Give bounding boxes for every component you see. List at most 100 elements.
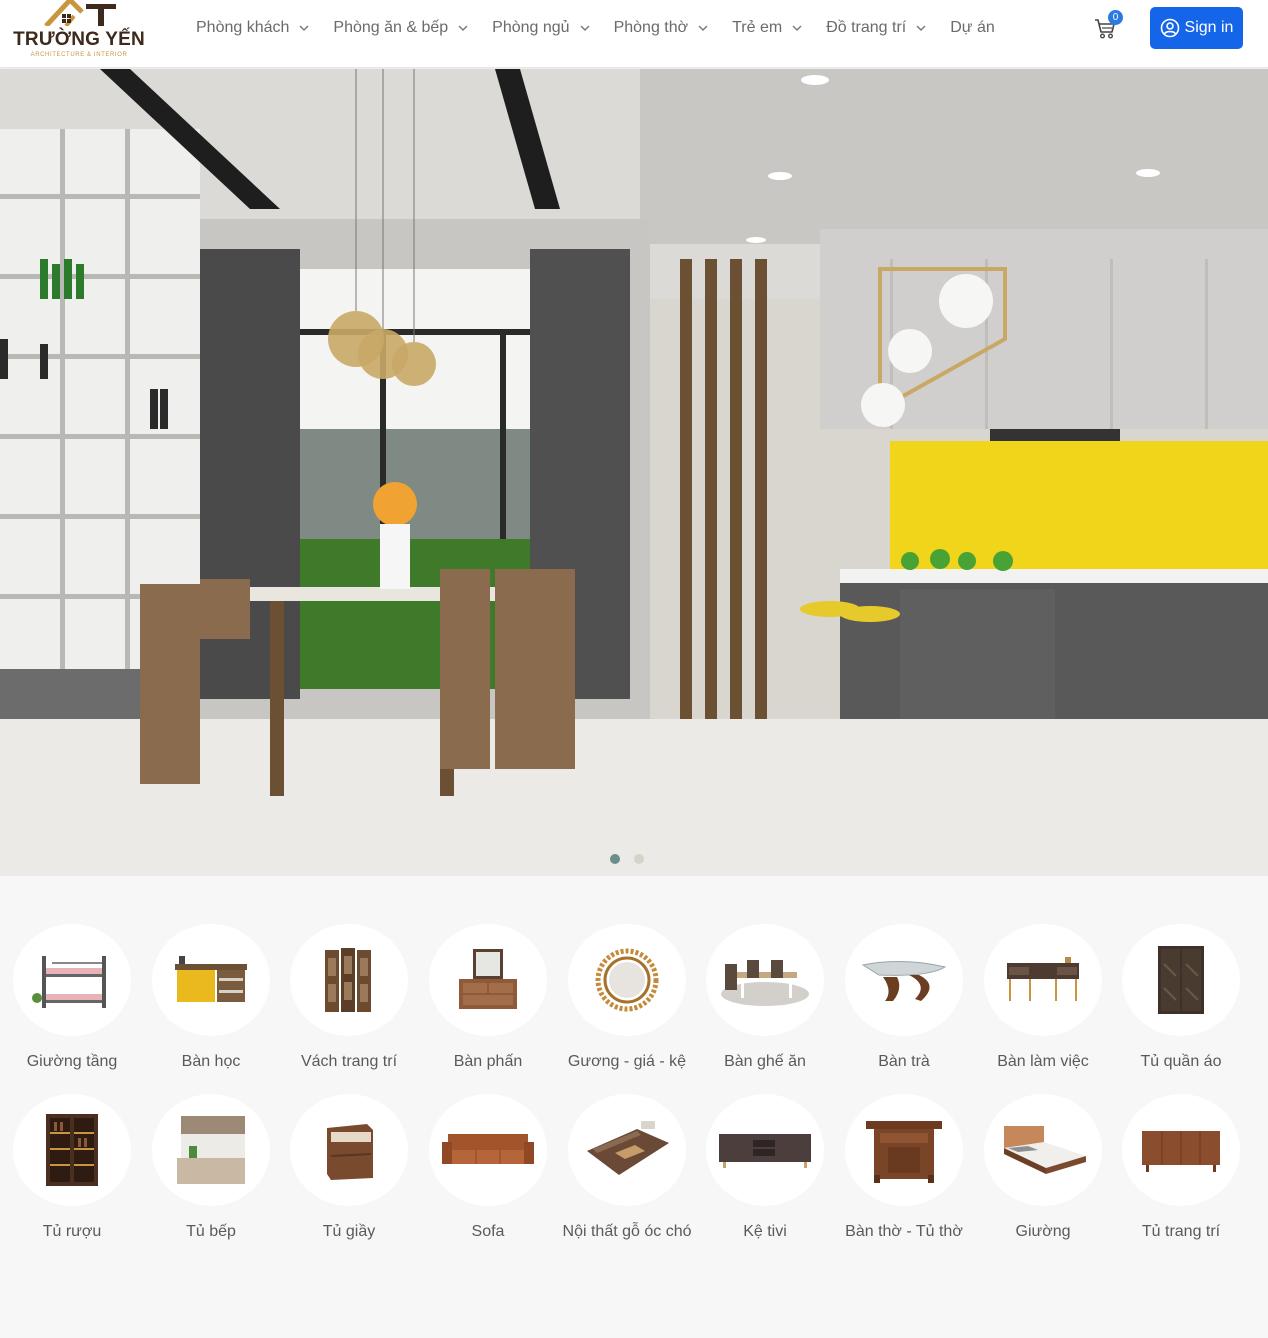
- chevron-down-icon: [299, 25, 309, 31]
- nav-item-phong-tho[interactable]: Phòng thờ: [614, 19, 709, 37]
- chevron-down-icon: [458, 25, 468, 31]
- round-mirror-icon: [595, 948, 659, 1012]
- nav-label: Phòng khách: [196, 19, 290, 36]
- coffee-table-icon: [861, 960, 947, 1001]
- category-label: Sofa: [471, 1223, 505, 1240]
- category-label: Nội thất gỗ óc chó: [562, 1223, 692, 1240]
- category-ban-tra[interactable]: Bàn trà: [835, 924, 973, 1074]
- site-header: TRƯỜNG YẾN ARCHITECTURE & INTERIOR Phòng…: [0, 0, 1268, 68]
- sofa-icon: [442, 1134, 534, 1164]
- category-label: Bàn làm việc: [997, 1053, 1089, 1070]
- dining-set-icon: [721, 960, 809, 1006]
- category-noi-that-go-oc-cho[interactable]: Nội thất gỗ óc chó: [558, 1094, 696, 1244]
- cart-button[interactable]: 0: [1094, 10, 1123, 42]
- category-label: Giường tầng: [26, 1053, 118, 1070]
- nav-label: Phòng thờ: [613, 19, 689, 36]
- category-ban-phan[interactable]: Bàn phấn: [419, 924, 557, 1074]
- brand-name: TRƯỜNG YẾN: [13, 29, 145, 50]
- category-tu-quan-ao[interactable]: Tủ quần áo: [1112, 924, 1250, 1074]
- sideboard-icon: [1142, 1131, 1220, 1172]
- nav-label: Đồ trang trí: [826, 19, 907, 36]
- bunk-bed-icon: [32, 956, 106, 1008]
- brand-tagline: ARCHITECTURE & INTERIOR: [30, 52, 128, 58]
- nav-item-tre-em[interactable]: Trẻ em: [732, 19, 802, 37]
- category-image-circle: [568, 924, 686, 1036]
- study-desk-icon: [175, 956, 247, 1002]
- category-image-circle: [152, 924, 270, 1036]
- category-ban-hoc[interactable]: Bàn học: [142, 924, 280, 1074]
- nav-item-phong-khach[interactable]: Phòng khách: [196, 19, 309, 37]
- category-image-circle: [13, 1094, 131, 1206]
- slider-dot-2[interactable]: [634, 854, 644, 864]
- chevron-down-icon: [916, 25, 926, 31]
- hero-slider[interactable]: [0, 69, 1268, 877]
- category-image-circle: [152, 1094, 270, 1206]
- category-image-circle: [1122, 924, 1240, 1036]
- category-label: Kệ tivi: [743, 1223, 787, 1240]
- category-label: Vách trang trí: [300, 1053, 398, 1070]
- nav-item-phong-ngu[interactable]: Phòng ngủ: [492, 19, 590, 37]
- category-image-circle: [1122, 1094, 1240, 1206]
- category-ban-tho-tu-tho[interactable]: Bàn thờ - Tủ thờ: [835, 1094, 973, 1244]
- sign-in-label: Sign in: [1184, 19, 1234, 36]
- category-grid: Giường tầng Bàn học Vách trang trí Bàn p…: [0, 876, 1268, 1338]
- shoe-cabinet-icon: [327, 1124, 373, 1180]
- category-label: Bàn thờ - Tủ thờ: [845, 1223, 963, 1240]
- category-tu-ruou[interactable]: Tủ rượu: [3, 1094, 141, 1244]
- category-label: Tủ giầy: [322, 1223, 376, 1240]
- chevron-down-icon: [580, 25, 590, 31]
- category-tu-giay[interactable]: Tủ giầy: [280, 1094, 418, 1244]
- nav-item-do-trang-tri[interactable]: Đồ trang trí: [826, 19, 926, 37]
- room-divider-icon: [325, 948, 371, 1012]
- bed-icon: [1004, 1126, 1086, 1174]
- category-image-circle: [706, 1094, 824, 1206]
- category-giuong[interactable]: Giường: [974, 1094, 1112, 1244]
- slider-dot-1[interactable]: [610, 854, 620, 864]
- category-label: Tủ bếp: [186, 1223, 236, 1240]
- category-tu-bep[interactable]: Tủ bếp: [142, 1094, 280, 1244]
- hero-image: [0, 69, 1268, 877]
- category-ban-lam-viec[interactable]: Bàn làm việc: [974, 924, 1112, 1074]
- wardrobe-icon: [1158, 946, 1204, 1014]
- slider-dots: [0, 854, 1268, 866]
- category-sofa[interactable]: Sofa: [419, 1094, 557, 1244]
- altar-icon: [866, 1121, 942, 1183]
- chevron-down-icon: [792, 25, 802, 31]
- nav-label: Trẻ em: [732, 19, 783, 36]
- nav-label: Phòng ăn & bếp: [333, 19, 449, 36]
- sign-in-button[interactable]: Sign in: [1150, 7, 1243, 49]
- category-label: Tủ trang trí: [1141, 1223, 1221, 1240]
- nav-label: Phòng ngủ: [492, 19, 570, 36]
- category-label: Bàn học: [181, 1053, 241, 1070]
- category-image-circle: [290, 924, 408, 1036]
- category-image-circle: [13, 924, 131, 1036]
- dressing-table-icon: [459, 949, 517, 1009]
- logo-mark-icon: [44, 0, 116, 26]
- tv-stand-icon: [719, 1134, 811, 1168]
- category-image-circle: [706, 924, 824, 1036]
- category-guong-gia-ke[interactable]: Gương - giá - kệ: [558, 924, 696, 1074]
- category-ke-tivi[interactable]: Kệ tivi: [696, 1094, 834, 1244]
- category-giuong-tang[interactable]: Giường tầng: [3, 924, 141, 1074]
- category-image-circle: [984, 1094, 1102, 1206]
- nav-item-phong-an-bep[interactable]: Phòng ăn & bếp: [333, 19, 468, 37]
- category-tu-trang-tri[interactable]: Tủ trang trí: [1112, 1094, 1250, 1244]
- nav-label: Dự án: [950, 19, 995, 36]
- walnut-living-set-icon: [587, 1121, 669, 1175]
- category-label: Gương - giá - kệ: [567, 1053, 687, 1070]
- nav-item-du-an[interactable]: Dự án: [950, 19, 995, 37]
- category-image-circle: [290, 1094, 408, 1206]
- category-label: Bàn ghế ăn: [724, 1053, 806, 1070]
- category-label: Tủ quần áo: [1140, 1053, 1222, 1070]
- user-circle-icon: [1160, 18, 1179, 38]
- category-image-circle: [845, 1094, 963, 1206]
- category-label: Bàn phấn: [453, 1053, 523, 1070]
- category-image-circle: [568, 1094, 686, 1206]
- category-image-circle: [429, 924, 547, 1036]
- brand-logo[interactable]: TRƯỜNG YẾN ARCHITECTURE & INTERIOR: [10, 0, 150, 62]
- category-image-circle: [429, 1094, 547, 1206]
- work-desk-icon: [1007, 957, 1079, 1001]
- category-vach-trang-tri[interactable]: Vách trang trí: [280, 924, 418, 1074]
- chevron-down-icon: [698, 25, 708, 31]
- category-ban-ghe-an[interactable]: Bàn ghế ăn: [696, 924, 834, 1074]
